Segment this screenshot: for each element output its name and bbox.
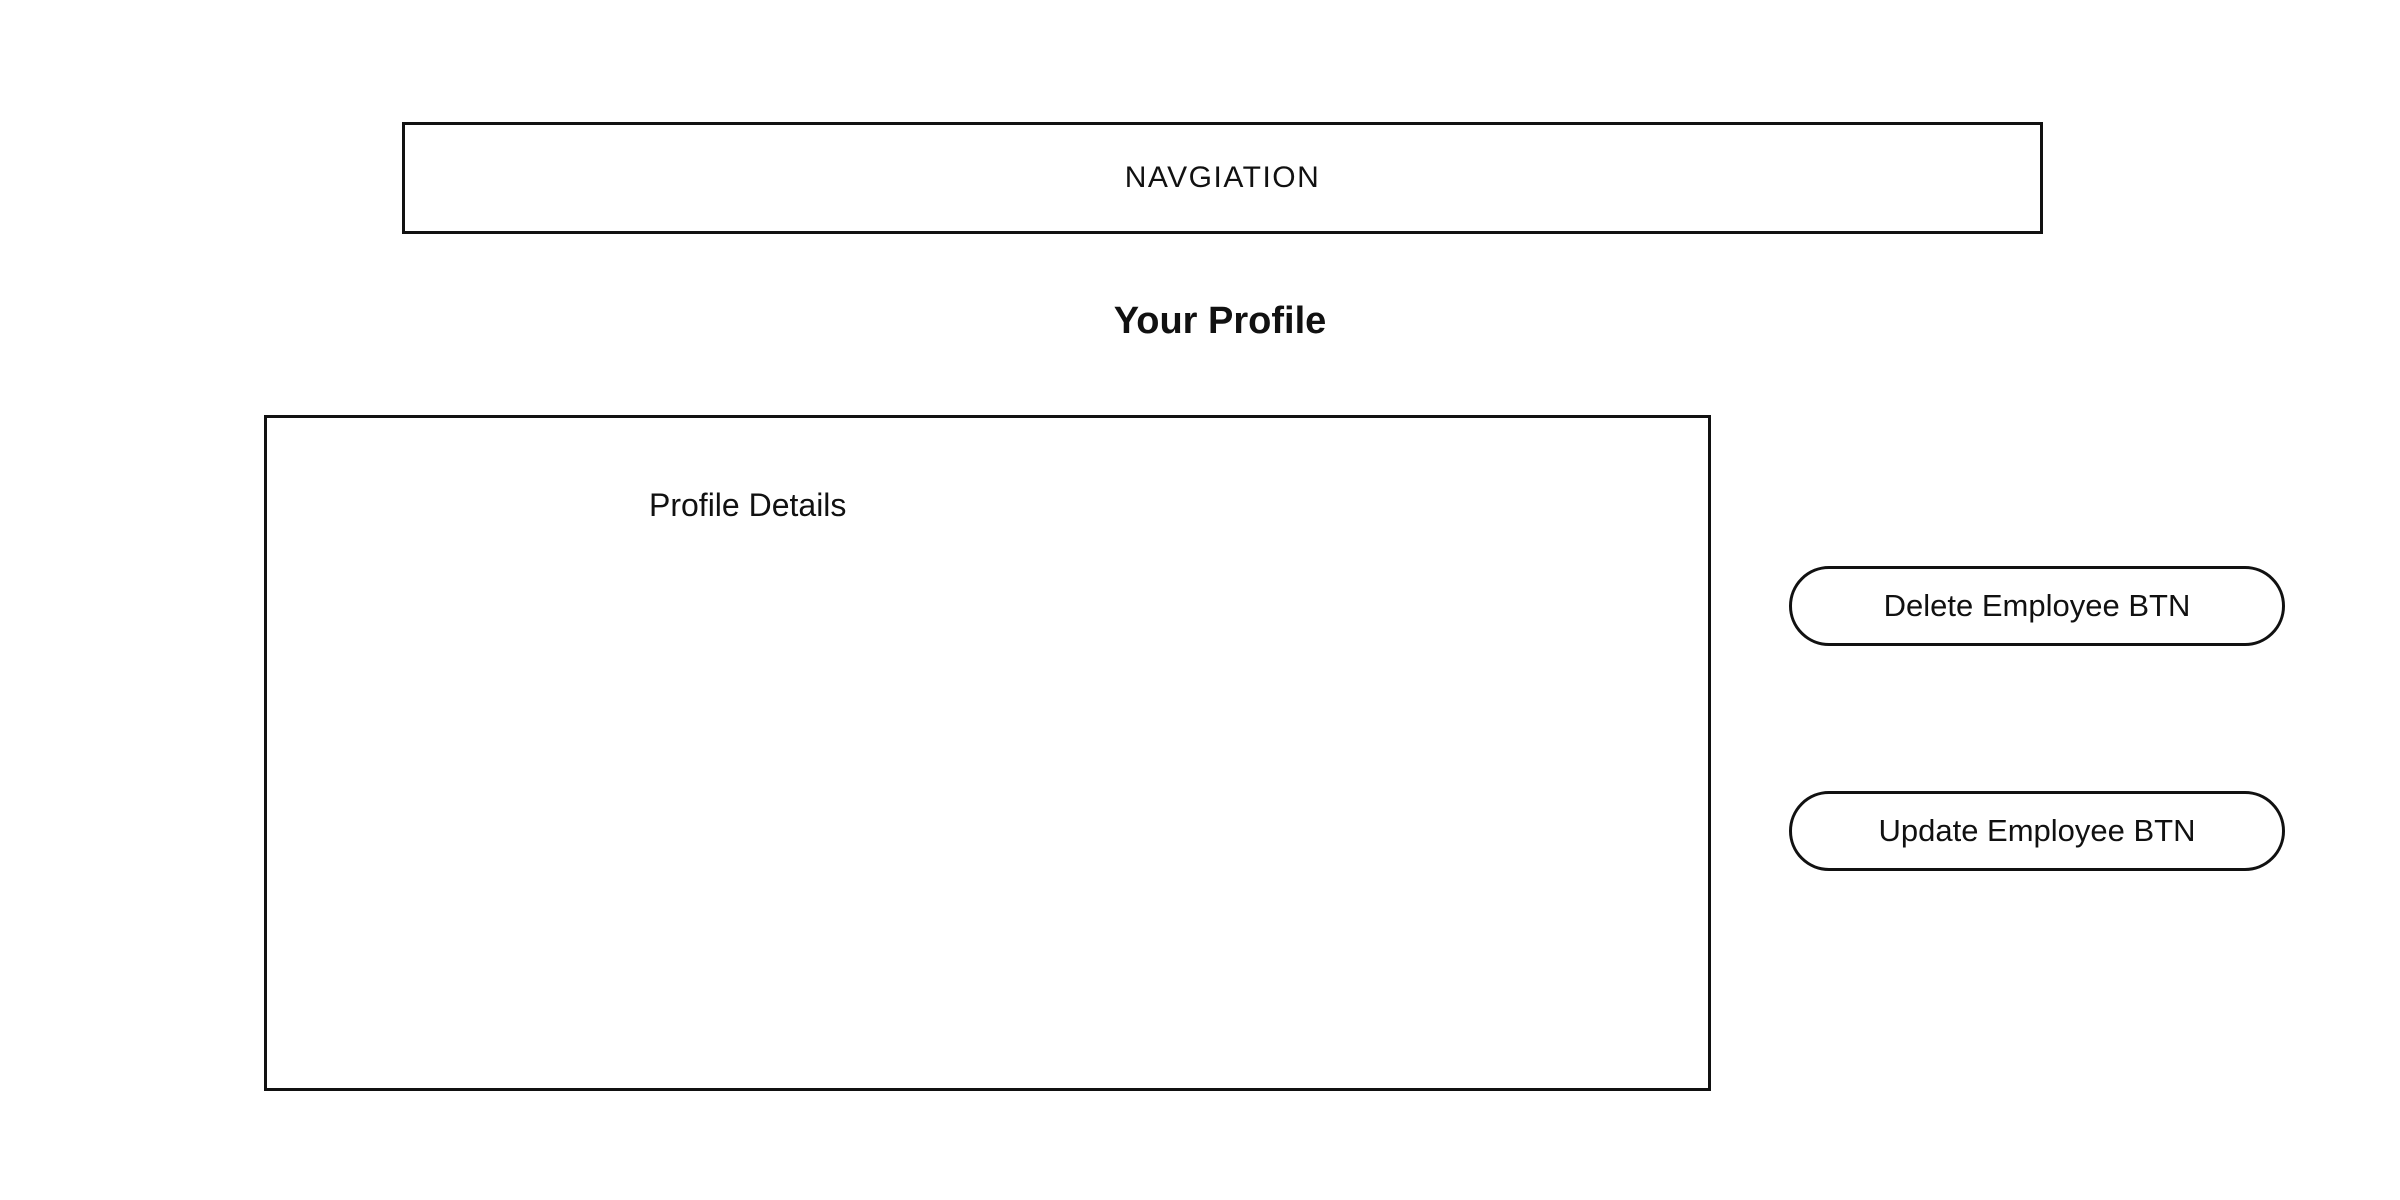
navigation-bar[interactable]: NAVGIATION (402, 122, 2043, 234)
page-title: Your Profile (1113, 300, 1327, 342)
profile-details-label: Profile Details (649, 487, 847, 523)
navigation-label: NAVGIATION (1124, 161, 1321, 194)
profile-details-panel: Profile Details (264, 415, 1711, 1091)
delete-employee-button[interactable]: Delete Employee BTN (1789, 566, 2285, 646)
update-employee-button[interactable]: Update Employee BTN (1789, 791, 2285, 871)
